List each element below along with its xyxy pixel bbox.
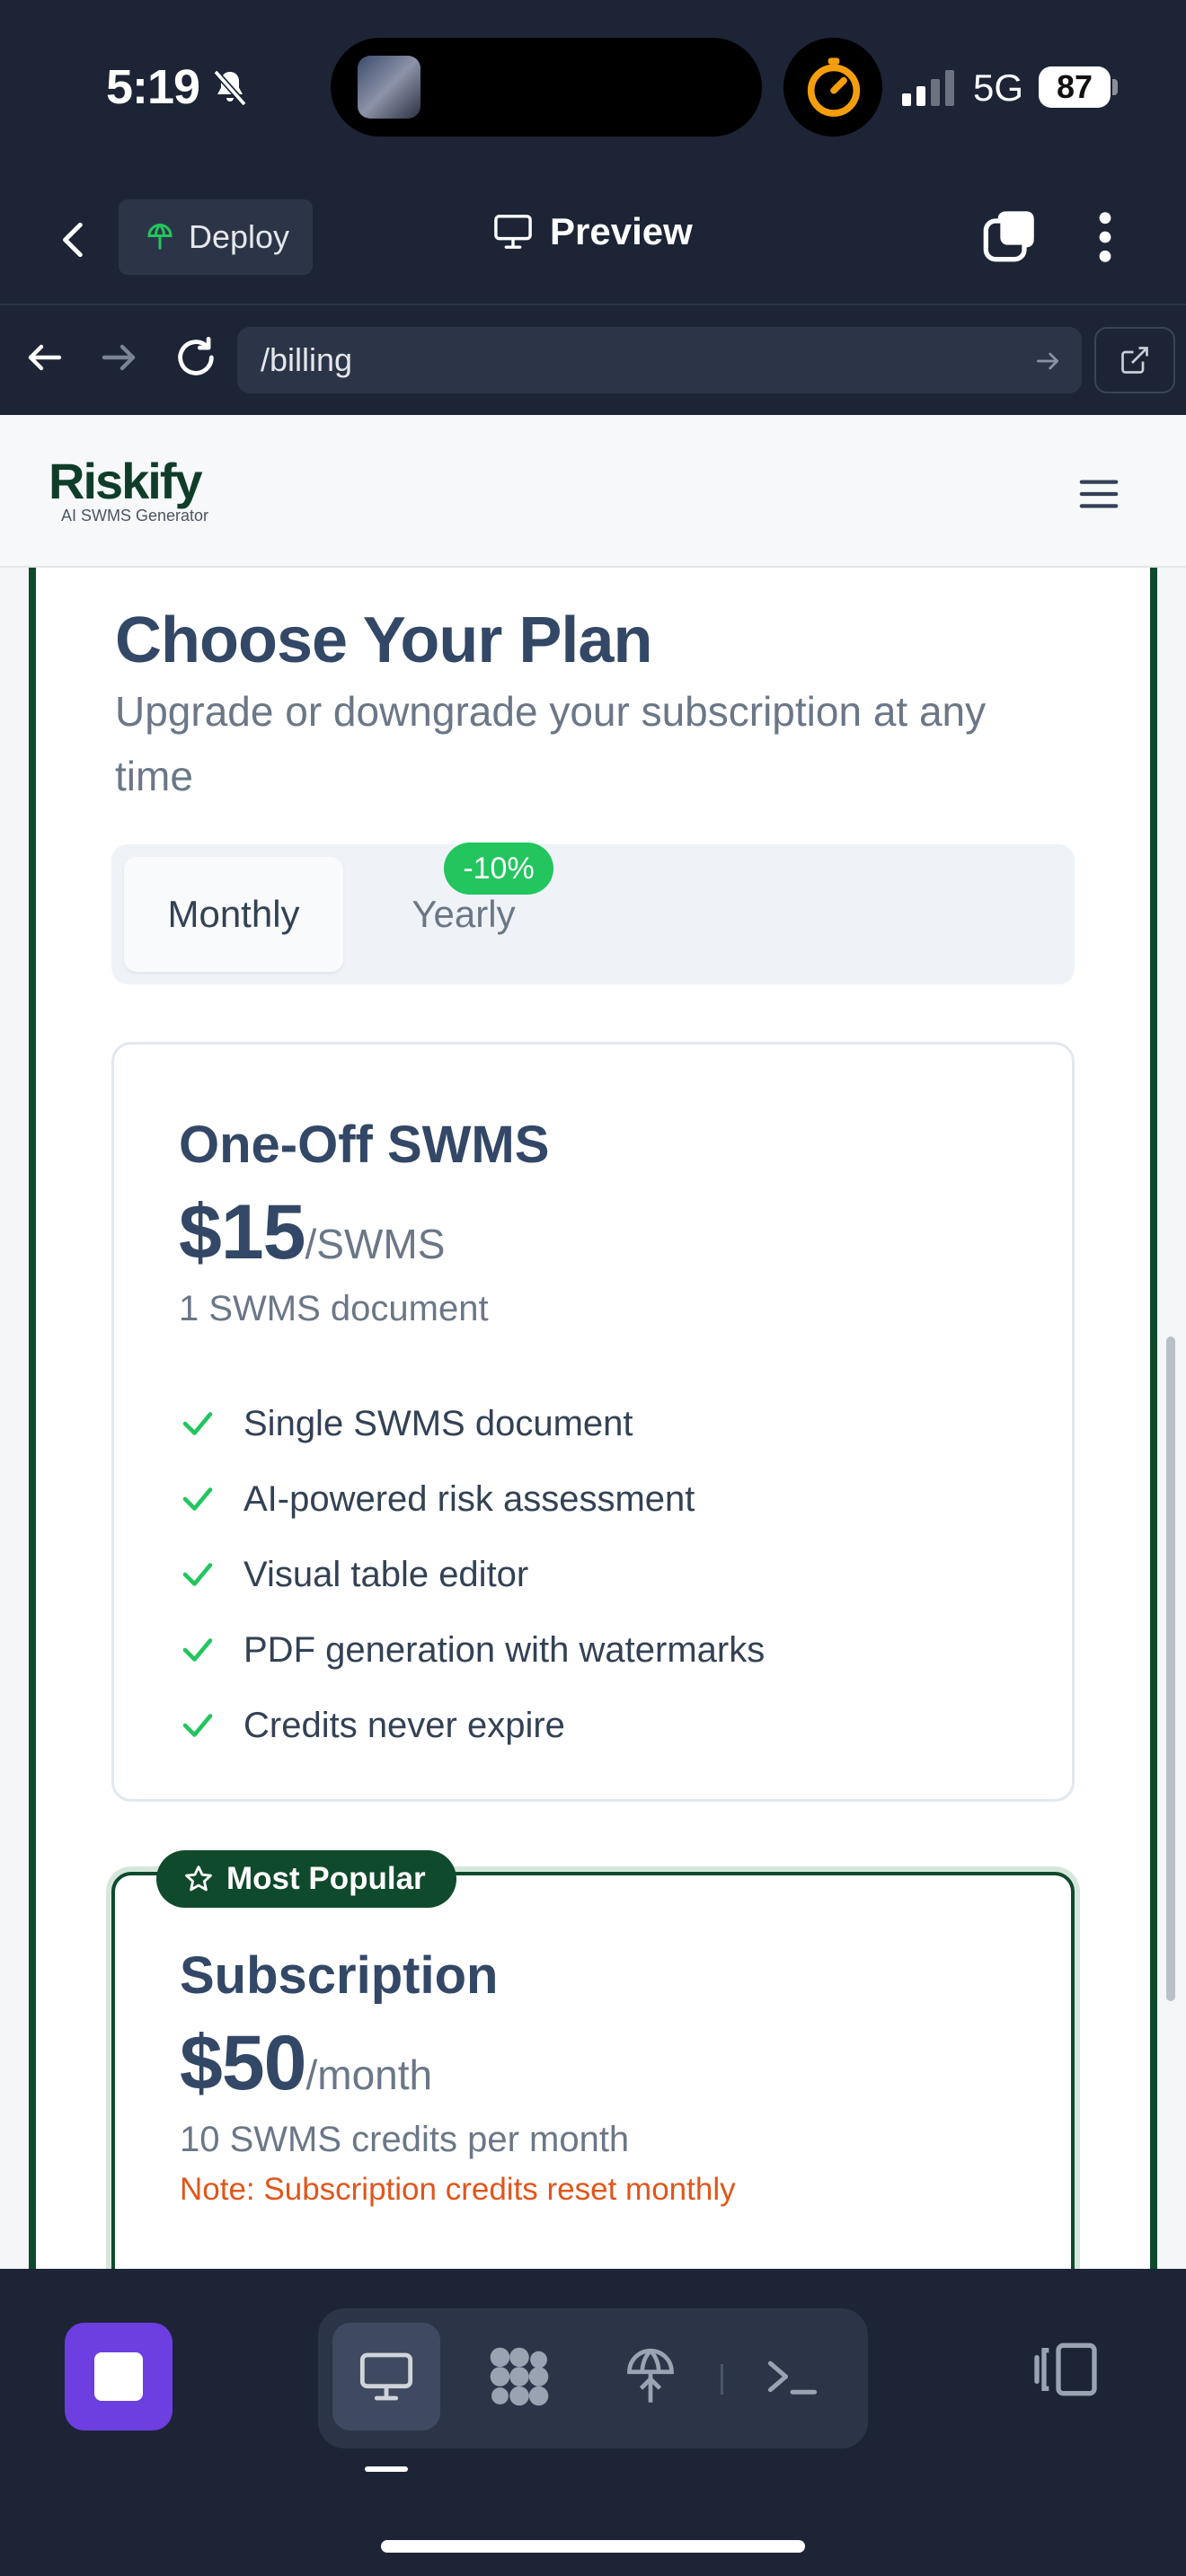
more-options-icon[interactable] (1087, 208, 1123, 266)
go-arrow-icon[interactable] (1033, 347, 1062, 375)
monitor-icon (359, 2352, 413, 2401)
view-mode-switcher (318, 2308, 868, 2448)
check-icon (182, 1638, 213, 1662)
cellular-signal-icon (902, 70, 954, 106)
feature-text: Single SWMS document (243, 1403, 633, 1443)
stop-icon (94, 2352, 143, 2401)
page-subtitle: Upgrade or downgrade your subscription a… (115, 688, 987, 799)
reload-icon[interactable] (173, 334, 219, 381)
apps-mode-button[interactable] (465, 2323, 573, 2430)
webpage-viewport: Riskify AI SWMS Generator Choose Your Pl… (0, 415, 1186, 2269)
billing-period-toggle: Monthly Yearly -10% (111, 842, 1075, 984)
divider (721, 2364, 723, 2395)
desktop-mode-button[interactable] (332, 2323, 440, 2430)
battery-indicator: 87 (1039, 66, 1111, 108)
status-bar: 5:19 5G 87 (0, 0, 1186, 171)
plan-card-subscription[interactable]: Subscription $50/month 10 SWMS credits p… (111, 1872, 1075, 2269)
most-popular-badge: Most Popular (156, 1850, 456, 1908)
feature-item: PDF generation with watermarks (179, 1612, 765, 1688)
most-popular-label: Most Popular (226, 1861, 426, 1896)
check-icon (182, 1563, 213, 1586)
plan-name: One-Off SWMS (179, 1116, 550, 1174)
external-link-icon (1121, 347, 1148, 374)
feature-item: Single SWMS document (179, 1386, 765, 1461)
apps-grid-icon (490, 2347, 549, 2406)
battery-tip (1112, 79, 1118, 95)
deploy-button[interactable]: Deploy (119, 199, 313, 275)
feature-text: Visual table editor (243, 1554, 529, 1594)
nav-back-icon[interactable] (23, 336, 66, 379)
check-icon (182, 1487, 213, 1511)
logo-tagline: AI SWMS Generator (61, 507, 209, 525)
site-header: Riskify AI SWMS Generator (0, 415, 1186, 568)
price-amount: $15 (179, 1189, 305, 1275)
check-icon (182, 1412, 213, 1435)
price-unit: /SWMS (305, 1221, 446, 1267)
feature-item: Credits never expire (179, 1688, 765, 1763)
back-icon[interactable] (52, 217, 97, 262)
feature-text: Credits never expire (243, 1705, 565, 1745)
open-external-button[interactable] (1094, 327, 1175, 393)
billing-panel: Choose Your Plan Upgrade or downgrade yo… (29, 568, 1157, 2269)
plan-description: 10 SWMS credits per month (180, 2120, 630, 2159)
windows-icon[interactable] (981, 207, 1039, 264)
parachute-icon (627, 2348, 674, 2403)
deploy-icon (147, 224, 173, 250)
deploy-mode-button[interactable] (597, 2323, 704, 2430)
stop-button[interactable] (65, 2323, 173, 2430)
bottom-dock (0, 2269, 1186, 2576)
preview-title: Preview (492, 210, 693, 253)
bell-muted-icon (213, 69, 247, 107)
hamburger-menu-icon[interactable] (1078, 478, 1120, 510)
plan-price: $15/SWMS (179, 1188, 445, 1277)
plan-card-one-off[interactable]: One-Off SWMS $15/SWMS 1 SWMS document Si… (111, 1042, 1075, 1802)
app-toolbar: Deploy Preview (0, 171, 1186, 305)
now-playing-thumbnail (358, 56, 420, 119)
star-icon (185, 1866, 212, 1892)
terminal-mode-button[interactable] (739, 2323, 846, 2430)
monitor-icon (494, 215, 532, 249)
monthly-tab[interactable]: Monthly (124, 857, 343, 972)
price-unit: /month (305, 2051, 433, 2098)
plan-note: Note: Subscription credits reset monthly (180, 2172, 736, 2207)
yearly-discount-badge: -10% (444, 842, 553, 895)
feature-item: Visual table editor (179, 1537, 765, 1612)
clock: 5:19 (106, 60, 200, 114)
feature-item: AI-powered risk assessment (179, 1461, 765, 1537)
url-text: /billing (261, 341, 353, 378)
stopwatch-icon (807, 57, 861, 117)
active-mode-indicator (365, 2466, 408, 2472)
feature-text: AI-powered risk assessment (243, 1478, 695, 1519)
page-title: Choose Your Plan (115, 604, 652, 676)
feature-text: PDF generation with watermarks (243, 1629, 766, 1670)
deploy-label: Deploy (189, 218, 290, 255)
preview-label: Preview (550, 210, 693, 252)
plan-name: Subscription (180, 1946, 499, 2005)
logo-text: Riskify (49, 453, 203, 509)
plan-price: $50/month (180, 2019, 432, 2108)
check-icon (182, 1714, 213, 1737)
browser-bar: /billing (0, 305, 1186, 415)
price-amount: $50 (180, 2020, 306, 2106)
site-logo[interactable]: Riskify AI SWMS Generator (49, 454, 208, 525)
network-type: 5G (973, 66, 1024, 109)
feature-list: Single SWMS document AI-powered risk ass… (179, 1386, 765, 1763)
home-indicator[interactable] (381, 2540, 805, 2553)
nav-forward-icon[interactable] (97, 336, 140, 379)
page-scrollbar[interactable] (1166, 1337, 1175, 2001)
url-field[interactable]: /billing (237, 327, 1082, 393)
split-view-icon[interactable] (1031, 2341, 1100, 2398)
terminal-icon (767, 2360, 818, 2395)
plan-description: 1 SWMS document (179, 1289, 489, 1328)
